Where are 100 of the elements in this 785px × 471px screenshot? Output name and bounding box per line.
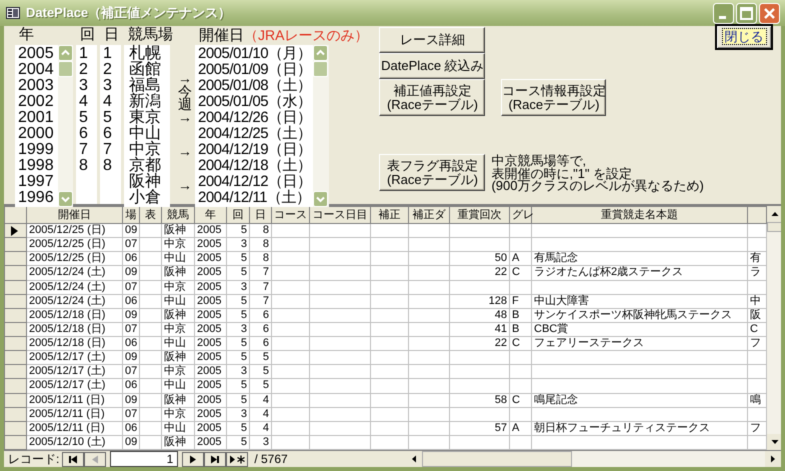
date-option[interactable]: 2005/01/09（日） xyxy=(198,62,313,78)
vertical-scrollbar[interactable] xyxy=(767,206,781,450)
new-record-icon[interactable] xyxy=(226,452,248,466)
racecourse-option[interactable]: 小倉 xyxy=(129,190,161,206)
column-header[interactable]: 表 xyxy=(140,206,162,224)
down-arrow-icon[interactable] xyxy=(767,434,781,450)
reset-flag-button[interactable]: 表フラグ再設定 (Raceテーブル) xyxy=(379,154,486,191)
round-option[interactable]: 2 xyxy=(79,62,88,78)
date-option[interactable]: 2005/01/08（土） xyxy=(198,78,313,94)
select-all-cell[interactable] xyxy=(4,206,26,224)
reset-course-button[interactable]: コース情報再設定 (Raceテーブル) xyxy=(501,79,606,116)
up-arrow-icon[interactable] xyxy=(767,206,781,222)
round-option[interactable]: 6 xyxy=(79,126,88,142)
round-option[interactable]: 1 xyxy=(79,46,88,62)
first-record-icon[interactable] xyxy=(62,452,84,466)
record-selector[interactable] xyxy=(4,224,26,238)
column-header[interactable]: 年 xyxy=(194,206,226,224)
column-header[interactable]: 重賞回次 xyxy=(450,206,510,224)
day-option[interactable]: 8 xyxy=(103,158,112,174)
date-option[interactable]: 2004/12/11（土） xyxy=(198,190,313,206)
day-option[interactable]: 7 xyxy=(103,142,112,158)
day-option[interactable]: 2 xyxy=(103,62,112,78)
day-option[interactable]: 4 xyxy=(103,94,112,110)
column-header[interactable]: 補正ダ xyxy=(408,206,450,224)
day-list[interactable]: 1 2 3 4 5 6 7 8 xyxy=(100,45,121,204)
racecourse-list[interactable]: 札幌 函館 福島 新潟 東京 中山 中京 京都 阪神 小倉 xyxy=(124,45,170,207)
table-cell xyxy=(310,364,370,379)
previous-record-icon[interactable] xyxy=(84,452,106,466)
date-option[interactable]: 2005/01/10（月） xyxy=(198,46,313,62)
round-option[interactable]: 4 xyxy=(79,94,88,110)
table-cell xyxy=(408,421,450,436)
column-header[interactable]: 回 xyxy=(226,206,250,224)
last-record-icon[interactable] xyxy=(204,452,226,466)
date-list[interactable]: 2005/01/10（月） 2005/01/09（日） 2005/01/08（土） 2005/01/05（水） 2004/12/26（日） 2004/12/25（土） 2004/12/19（日） 2004/12/18（土） 2004/12/12（日） 2004/12/11（土） xyxy=(195,45,329,207)
year-option[interactable]: 2001 xyxy=(18,110,55,126)
minimize-icon[interactable] xyxy=(713,2,734,24)
round-option[interactable]: 5 xyxy=(79,110,88,126)
close-button[interactable]: 閉じる xyxy=(715,24,773,50)
table-cell: C xyxy=(510,336,532,351)
scroll-thumb[interactable] xyxy=(767,222,781,232)
table-cell xyxy=(408,378,450,393)
scroll-thumb[interactable] xyxy=(422,451,572,467)
table-cell: 09 xyxy=(122,350,140,365)
column-header[interactable]: グレ xyxy=(510,206,532,224)
racecourse-option[interactable]: 中京 xyxy=(129,142,161,158)
year-list[interactable]: 2005 2004 2003 2002 2001 2000 1999 1998 1997 1996 xyxy=(15,45,73,207)
year-option[interactable]: 2005 xyxy=(18,46,55,62)
racecourse-option[interactable]: 中山 xyxy=(129,126,161,142)
day-option[interactable]: 1 xyxy=(103,46,112,62)
maximize-icon[interactable] xyxy=(736,2,757,24)
table-cell xyxy=(370,224,408,238)
column-header[interactable]: コース xyxy=(272,206,310,224)
racecourse-option[interactable]: 福島 xyxy=(129,78,161,94)
year-option[interactable]: 1998 xyxy=(18,158,55,174)
column-header[interactable]: コース日目 xyxy=(310,206,370,224)
racecourse-option[interactable]: 東京 xyxy=(129,110,161,126)
day-option[interactable]: 6 xyxy=(103,126,112,142)
column-header[interactable]: 日 xyxy=(250,206,272,224)
column-header[interactable]: 補正 xyxy=(370,206,408,224)
column-header[interactable]: 開催日 xyxy=(26,206,122,224)
date-option[interactable]: 2004/12/19（日） xyxy=(198,142,313,158)
date-option[interactable]: 2004/12/25（土） xyxy=(198,126,313,142)
year-option[interactable]: 2002 xyxy=(18,94,55,110)
table-cell: 2005/12/18 (日) xyxy=(26,308,122,322)
year-option[interactable]: 2003 xyxy=(18,78,55,94)
filter-button[interactable]: DatePlace 絞込み xyxy=(379,53,486,79)
record-number-field[interactable]: 1 xyxy=(110,451,178,467)
column-header[interactable]: 競馬 xyxy=(162,206,194,224)
round-list[interactable]: 1 2 3 4 5 6 7 8 xyxy=(76,45,97,204)
close-icon[interactable] xyxy=(759,2,780,24)
day-option[interactable]: 3 xyxy=(103,78,112,94)
racecourse-option[interactable]: 阪神 xyxy=(129,174,161,190)
date-option[interactable]: 2004/12/18（土） xyxy=(198,158,313,174)
racecourse-option[interactable]: 函館 xyxy=(129,62,161,78)
racecourse-option[interactable]: 京都 xyxy=(129,158,161,174)
racecourse-option[interactable]: 新潟 xyxy=(129,94,161,110)
reset-adjustment-button[interactable]: 補正値再設定 (Raceテーブル) xyxy=(379,79,486,116)
racecourse-option[interactable]: 札幌 xyxy=(129,46,161,62)
year-option[interactable]: 2004 xyxy=(18,62,55,78)
table-cell: 8 xyxy=(250,224,272,238)
date-option[interactable]: 2005/01/05（水） xyxy=(198,94,313,110)
next-record-icon[interactable] xyxy=(182,452,204,466)
table-cell: 中山 xyxy=(162,378,194,393)
year-option[interactable]: 1997 xyxy=(18,174,55,190)
table-cell: 07 xyxy=(122,407,140,422)
horizontal-scrollbar[interactable] xyxy=(406,451,781,467)
round-option[interactable]: 7 xyxy=(79,142,88,158)
round-option[interactable]: 8 xyxy=(79,158,88,174)
table-cell xyxy=(510,378,532,393)
column-header[interactable]: 重賞競走名本題 xyxy=(532,206,748,224)
table-cell: 41 xyxy=(450,322,510,336)
table-cell xyxy=(140,322,162,336)
year-option[interactable]: 1996 xyxy=(18,190,55,206)
date-option[interactable]: 2004/12/12（日） xyxy=(198,174,313,190)
round-option[interactable]: 3 xyxy=(79,78,88,94)
year-option[interactable]: 1999 xyxy=(18,142,55,158)
race-detail-button[interactable]: レース詳細 xyxy=(379,27,486,53)
day-option[interactable]: 5 xyxy=(103,110,112,126)
year-option[interactable]: 2000 xyxy=(18,126,55,142)
date-option[interactable]: 2004/12/26（日） xyxy=(198,110,313,126)
